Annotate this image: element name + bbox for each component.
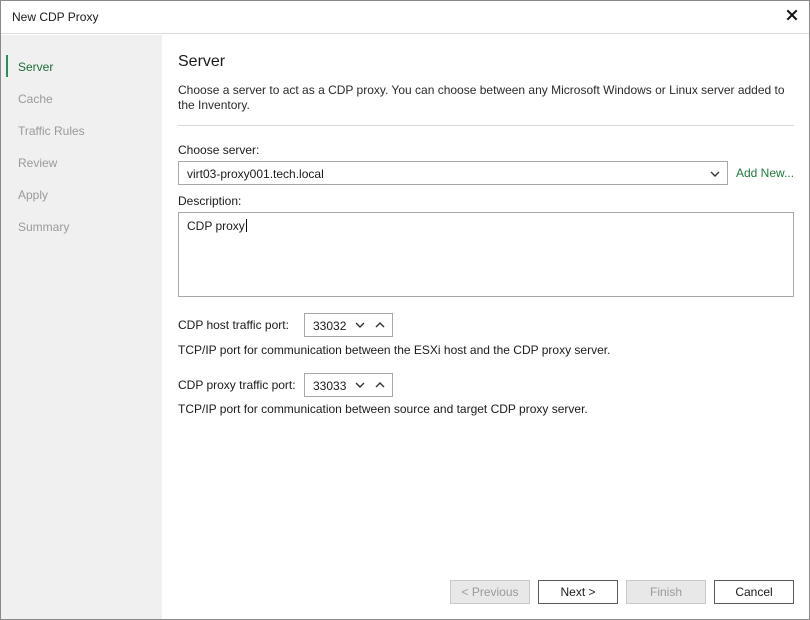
chevron-down-icon[interactable] <box>354 379 366 391</box>
description-textarea[interactable]: CDP proxy <box>178 212 794 297</box>
chevron-down-icon <box>709 168 721 180</box>
choose-server-label: Choose server: <box>178 143 260 157</box>
server-select-value: virt03-proxy001.tech.local <box>187 167 324 181</box>
title-bar: New CDP Proxy <box>1 1 809 34</box>
proxy-port-label: CDP proxy traffic port: <box>178 378 296 392</box>
add-new-server-link[interactable]: Add New... <box>736 166 794 180</box>
wizard-steps-sidebar: Server Cache Traffic Rules Review Apply … <box>1 35 162 619</box>
description-label: Description: <box>178 194 242 208</box>
active-step-marker <box>6 55 8 77</box>
window-title: New CDP Proxy <box>12 10 99 24</box>
step-server[interactable]: Server <box>18 60 53 74</box>
next-button[interactable]: Next > <box>538 580 618 604</box>
proxy-port-value: 33033 <box>313 379 347 393</box>
chevron-up-icon[interactable] <box>374 319 386 331</box>
proxy-port-stepper[interactable]: 33033 <box>304 373 393 397</box>
proxy-port-hint: TCP/IP port for communication between so… <box>178 402 588 416</box>
main-content: Server Choose a server to act as a CDP p… <box>162 35 809 619</box>
close-icon[interactable] <box>785 8 799 22</box>
step-traffic-rules[interactable]: Traffic Rules <box>18 124 85 138</box>
divider <box>178 125 794 126</box>
previous-button[interactable]: < Previous <box>450 580 530 604</box>
step-review[interactable]: Review <box>18 156 57 170</box>
new-cdp-proxy-window: New CDP Proxy Server Cache Traffic Rules… <box>0 0 810 620</box>
page-title: Server <box>178 53 226 70</box>
chevron-down-icon[interactable] <box>354 319 366 331</box>
step-apply[interactable]: Apply <box>18 188 48 202</box>
host-port-label: CDP host traffic port: <box>178 318 289 332</box>
cancel-button[interactable]: Cancel <box>714 580 794 604</box>
host-port-stepper[interactable]: 33032 <box>304 313 393 337</box>
description-value: CDP proxy <box>187 219 247 233</box>
step-cache[interactable]: Cache <box>18 92 53 106</box>
finish-button[interactable]: Finish <box>626 580 706 604</box>
host-port-hint: TCP/IP port for communication between th… <box>178 343 611 357</box>
server-select[interactable]: virt03-proxy001.tech.local <box>178 161 728 185</box>
page-description: Choose a server to act as a CDP proxy. Y… <box>178 83 785 112</box>
step-summary[interactable]: Summary <box>18 220 69 234</box>
host-port-value: 33032 <box>313 319 347 333</box>
text-caret <box>245 219 247 232</box>
chevron-up-icon[interactable] <box>374 379 386 391</box>
